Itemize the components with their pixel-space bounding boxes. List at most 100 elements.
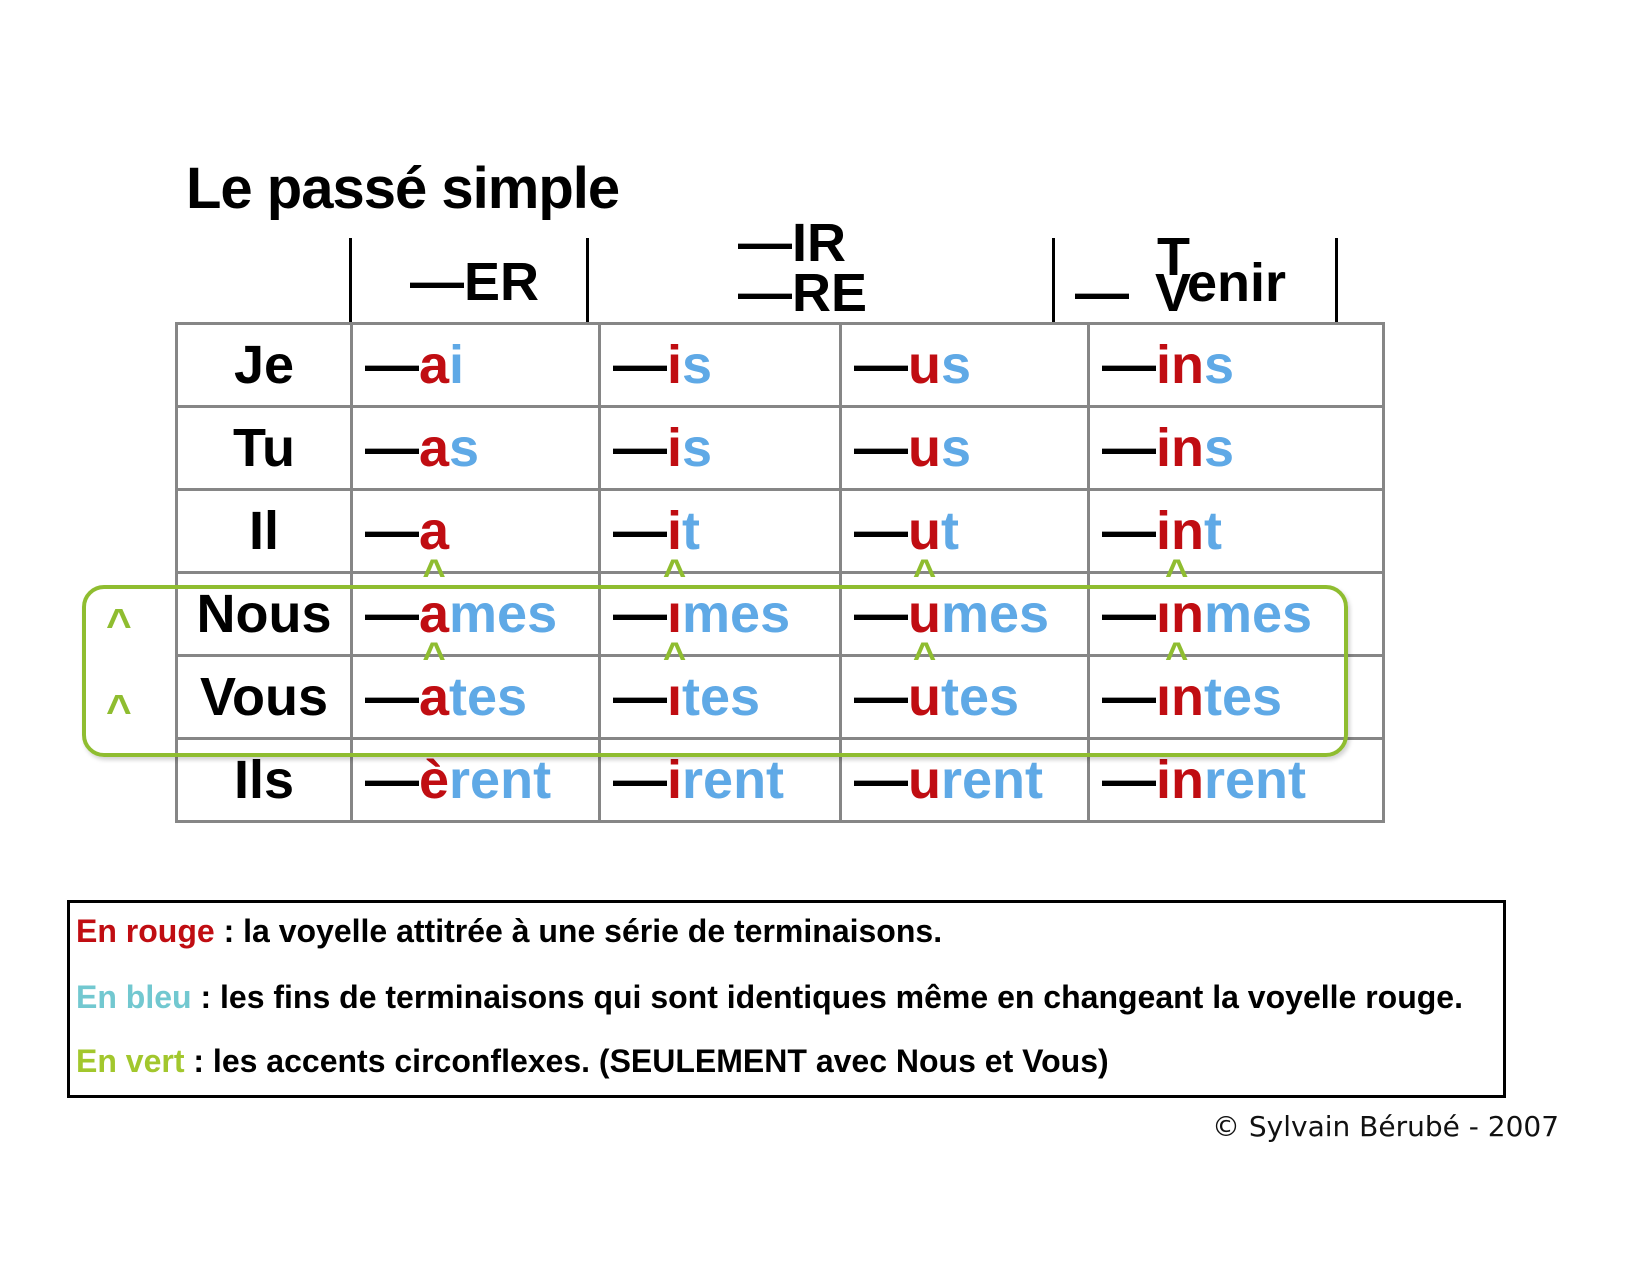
ending-vowel: u bbox=[908, 335, 941, 395]
ending-dash: — bbox=[854, 584, 908, 644]
circumflex-accent: ^ bbox=[912, 552, 937, 596]
ending-dash: — bbox=[365, 418, 419, 478]
ending-suffix: s bbox=[682, 335, 713, 395]
ending-suffix: rent bbox=[682, 750, 785, 810]
ending-vowel-text: u bbox=[908, 418, 941, 478]
ending-cell: —is bbox=[598, 405, 842, 491]
ending-cell: —ı ^ tes bbox=[598, 637, 842, 740]
header-divider bbox=[349, 238, 352, 324]
ending-dash: — bbox=[365, 335, 419, 395]
ending-suffix: tes bbox=[941, 667, 1020, 727]
ending-dash: — bbox=[854, 750, 908, 810]
ending-dash: — bbox=[1102, 501, 1156, 561]
ending-dash: — bbox=[1102, 584, 1156, 644]
circumflex-marker-vous: ^ bbox=[106, 686, 132, 735]
ending-dash: — bbox=[365, 750, 419, 810]
ending-cell: —a bbox=[350, 488, 601, 574]
ending-dash: — bbox=[365, 584, 419, 644]
ending-vowel-text: in bbox=[1156, 750, 1204, 810]
ending-cell: —a ^ mes bbox=[350, 554, 601, 657]
ending-dash: — bbox=[1102, 335, 1156, 395]
ending-dash: — bbox=[854, 418, 908, 478]
legend-red-text: : la voyelle attitrée à une série de ter… bbox=[214, 913, 943, 949]
ending-cell: —is bbox=[598, 322, 842, 408]
legend-green-label: En vert bbox=[76, 1043, 185, 1079]
ending-suffix: rent bbox=[941, 750, 1044, 810]
ending-suffix: tes bbox=[449, 667, 528, 727]
ending-suffix: t bbox=[941, 501, 959, 561]
ending-suffix: mes bbox=[449, 584, 558, 644]
ending-vowel-text: u bbox=[908, 750, 941, 810]
ending-cell: —int bbox=[1087, 488, 1385, 574]
ending-vowel: i bbox=[667, 750, 682, 810]
header-tenir-venir: — T V enir bbox=[1075, 230, 1335, 325]
ending-suffix: s bbox=[682, 418, 713, 478]
ending-cell: —u ^ tes bbox=[839, 637, 1090, 740]
legend-blue-line: En bleu : les fins de terminaisons qui s… bbox=[76, 979, 1463, 1016]
ending-cell: —ins bbox=[1087, 322, 1385, 408]
ending-vowel: u ^ bbox=[908, 637, 941, 727]
circumflex-marker-nous: ^ bbox=[106, 600, 132, 649]
ending-dash: — bbox=[1102, 750, 1156, 810]
ending-cell: —us bbox=[839, 405, 1090, 491]
ending-vowel: ın ^ bbox=[1156, 637, 1204, 727]
ending-dash: — bbox=[613, 501, 667, 561]
ending-vowel-text: u bbox=[908, 335, 941, 395]
ending-vowel-text: i bbox=[667, 335, 683, 395]
ending-dash: — bbox=[854, 667, 908, 727]
ending-suffix: rent bbox=[1204, 750, 1307, 810]
circumflex-accent: ^ bbox=[662, 552, 687, 596]
header-er: —ER bbox=[410, 252, 540, 312]
circumflex-accent: ^ bbox=[422, 635, 446, 679]
ending-cell: —inrent bbox=[1087, 737, 1385, 823]
table-row: Il —a —it —ut —int bbox=[175, 488, 1385, 574]
header-ir-re: —IR —RE bbox=[738, 213, 868, 323]
circumflex-accent: ^ bbox=[912, 635, 937, 679]
ending-cell: —it bbox=[598, 488, 842, 574]
header-tv-enir: enir bbox=[1187, 253, 1287, 313]
ending-suffix: s bbox=[1204, 418, 1235, 478]
ending-dash: — bbox=[854, 335, 908, 395]
circumflex-accent: ^ bbox=[662, 635, 687, 679]
header-ir: —IR bbox=[738, 213, 846, 273]
ending-vowel-text: a bbox=[419, 418, 450, 478]
ending-vowel-text: in bbox=[1156, 418, 1204, 478]
ending-suffix: rent bbox=[449, 750, 552, 810]
ending-dash: — bbox=[1102, 667, 1156, 727]
ending-cell: —ut bbox=[839, 488, 1090, 574]
header-tv-dash: — bbox=[1075, 263, 1129, 323]
ending-suffix: s bbox=[1204, 335, 1235, 395]
ending-dash: — bbox=[613, 584, 667, 644]
ending-suffix: s bbox=[449, 418, 480, 478]
header-divider bbox=[1335, 238, 1338, 324]
pronoun-cell: Je bbox=[175, 322, 353, 408]
ending-cell: —ı ^ mes bbox=[598, 554, 842, 657]
ending-dash: — bbox=[613, 418, 667, 478]
legend-red-label: En rouge bbox=[76, 913, 215, 949]
ending-dash: — bbox=[854, 501, 908, 561]
ending-cell: —a ^ tes bbox=[350, 637, 601, 740]
table-row: Ils —èrent —irent —urent —inrent bbox=[175, 737, 1385, 823]
legend-box: En rouge : la voyelle attitrée à une sér… bbox=[67, 900, 1506, 1098]
ending-vowel-text: a bbox=[419, 335, 450, 395]
ending-suffix: i bbox=[449, 335, 465, 395]
ending-vowel: a ^ bbox=[419, 637, 449, 727]
ending-cell: —ai bbox=[350, 322, 601, 408]
ending-cell: —as bbox=[350, 405, 601, 491]
pronoun-cell: Il bbox=[175, 488, 353, 574]
pronoun-cell: Vous bbox=[175, 654, 353, 740]
header-re: —RE bbox=[738, 263, 868, 323]
ending-suffix: mes bbox=[1204, 584, 1313, 644]
pronoun-cell: Ils bbox=[175, 737, 353, 823]
ending-cell: —irent bbox=[598, 737, 842, 823]
legend-red-line: En rouge : la voyelle attitrée à une sér… bbox=[76, 913, 942, 950]
ending-vowel: u bbox=[908, 418, 941, 478]
ending-vowel: in bbox=[1156, 335, 1204, 395]
ending-vowel: in bbox=[1156, 750, 1204, 810]
ending-cell: —ın ^ mes bbox=[1087, 554, 1385, 657]
header-tv-v: V bbox=[1155, 263, 1192, 323]
ending-suffix: t bbox=[1204, 501, 1222, 561]
ending-dash: — bbox=[613, 750, 667, 810]
circumflex-accent: ^ bbox=[422, 552, 446, 596]
ending-suffix: mes bbox=[941, 584, 1050, 644]
